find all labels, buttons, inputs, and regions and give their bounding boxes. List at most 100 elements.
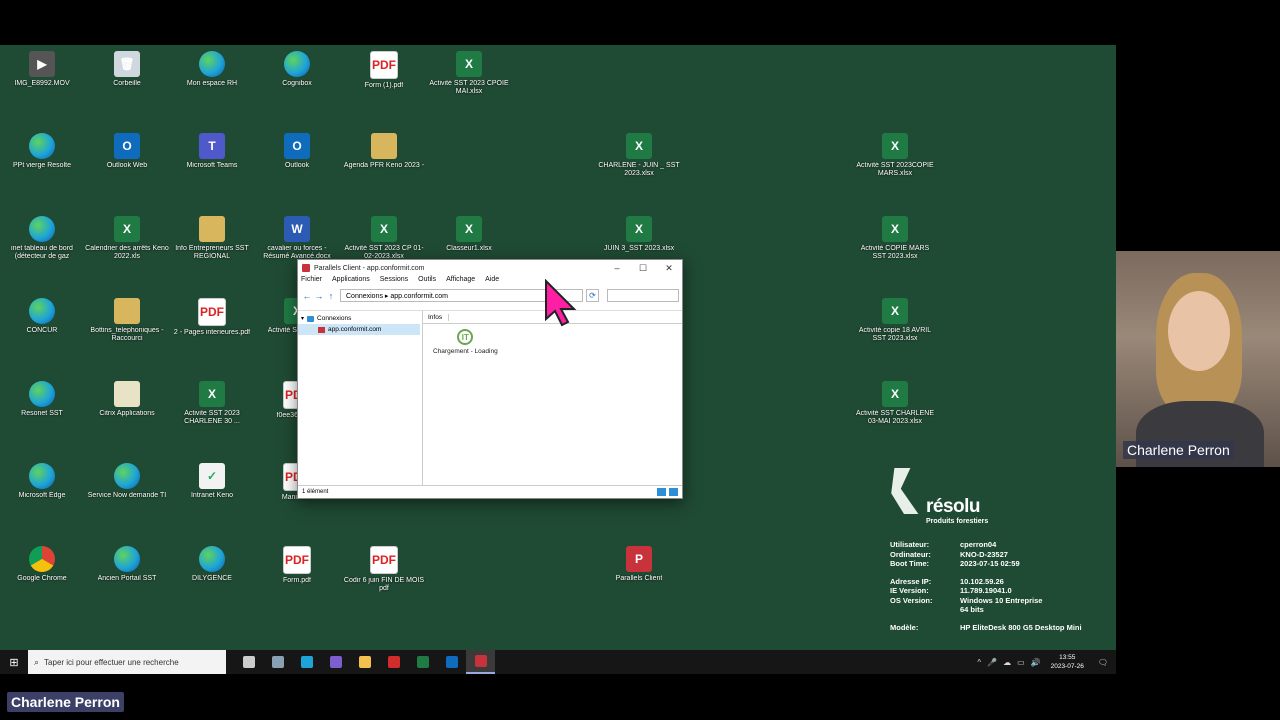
desktop-icon[interactable]: Service Now demande TI (85, 463, 169, 500)
volume-icon[interactable]: 🔊 (1031, 658, 1041, 667)
onedrive-icon[interactable]: ☁ (1003, 658, 1011, 667)
taskbar-excel-button[interactable] (408, 650, 437, 674)
tray-chevron-icon[interactable]: ^ (977, 658, 981, 667)
desktop-icon[interactable]: Ancien Portail SST (85, 546, 169, 583)
desktop-icon[interactable]: Agenda PFR Keno 2023 - (342, 133, 426, 170)
desktop-icon[interactable]: PPt vierge Resolte (0, 133, 84, 170)
status-text: 1 élément (302, 489, 329, 495)
minimize-button[interactable]: – (604, 263, 630, 273)
notification-icon[interactable]: 🗨 (1098, 658, 1108, 667)
menu-outils[interactable]: Outils (418, 276, 436, 288)
maximize-button[interactable]: ☐ (630, 263, 656, 274)
forward-arrow-icon[interactable]: → (313, 291, 325, 301)
par-icon: P (626, 546, 652, 572)
up-arrow-icon[interactable]: ↑ (325, 291, 337, 301)
desktop-icon[interactable]: X Activité copie 18 AVRIL SST 2023.xlsx (853, 298, 937, 343)
desktop-icon[interactable]: X Activité SST 2023 CPOIE MAI.xlsx (427, 51, 511, 96)
desktop-icon[interactable]: T Microsoft Teams (170, 133, 254, 170)
desktop-icon[interactable]: CONCUR (0, 298, 84, 335)
desktop-icon[interactable]: Wcavalier ou forces - Résumé Avancé.docx (255, 216, 339, 261)
desktop-icon[interactable]: inet tableau de bord (détecteur de gaz (0, 216, 84, 261)
loading-item[interactable]: IT Chargement - Loading (433, 329, 498, 355)
desktop-icon-label: Bottins_telephoniques - Raccourci (90, 327, 164, 342)
desktop-icon[interactable]: PDF Codir 6 juin FIN DE MOIS pdf (342, 546, 426, 593)
list-view-icon[interactable] (657, 488, 666, 496)
tab-infos[interactable]: Infos (428, 313, 450, 321)
desktop-icon[interactable]: Info Entrepreneurs SST REGIONAL (170, 216, 254, 261)
desktop-icon-label: Mon espace RH (186, 80, 238, 87)
desktop-icon-label: Resonet SST (21, 410, 63, 417)
desktop-icon[interactable]: 🗑 Corbeille (85, 51, 169, 88)
desktop-icon-label: 2 - Pages interieures.pdf (173, 329, 251, 336)
desktop-icon[interactable]: O Outlook Web (85, 133, 169, 170)
desktop-icon[interactable]: Mon espace RH (170, 51, 254, 88)
taskbar-teams-button[interactable] (321, 650, 350, 674)
menu-applications[interactable]: Applications (332, 276, 370, 288)
desktop-icon[interactable]: X Activite SST 2023 CHARLENE 30 ... (170, 381, 254, 426)
taskbar-file-explorer-button[interactable] (350, 650, 379, 674)
menu-fichier[interactable]: Fichier (301, 276, 322, 288)
acrobat-icon (387, 656, 400, 668)
desktop-icon[interactable]: Resonet SST (0, 381, 84, 418)
address-bar: ← → ↑ Connexions ▸ app.conformit.com ⟳ (298, 288, 682, 303)
desktop-icon[interactable]: PDF Form (1).pdf (342, 51, 426, 90)
desktop-icon[interactable]: X Calendrier des arrêts Keno 2022.xls (85, 216, 169, 261)
edge-icon (199, 51, 225, 77)
desktop-icon[interactable]: P Parallels Client (597, 546, 681, 583)
desktop-icon[interactable]: DILYGENCE (170, 546, 254, 583)
taskbar-acrobat-button[interactable] (379, 650, 408, 674)
desktop-icon[interactable]: ✓ Intranet Keno (170, 463, 254, 500)
desktop-icon[interactable]: X Activité COPIE MARS SST 2023.xlsx (853, 216, 937, 261)
back-arrow-icon[interactable]: ← (301, 291, 313, 301)
desktop-icon-label: Microsoft Teams (186, 162, 238, 169)
desktop-icon[interactable]: X Activité SST 2023 CP 01-02-2023.xlsx (342, 216, 426, 261)
menu-affichage[interactable]: Affichage (446, 276, 475, 288)
tree-node-connexions[interactable]: ▾ Connexions (298, 313, 422, 324)
microphone-icon[interactable]: 🎤 (987, 658, 997, 667)
desktop-icon[interactable]: PDF 2 - Pages interieures.pdf (170, 298, 254, 337)
search-input[interactable] (607, 289, 679, 302)
desktop-icon[interactable]: Cognibox (255, 51, 339, 88)
desktop-icon[interactable]: O Outlook (255, 133, 339, 170)
desktop-icon[interactable]: X Activité SST 2023COPIE MARS.xlsx (853, 133, 937, 178)
desktop-icon[interactable]: X Activité SST CHARLENE 03-MAI 2023.xlsx (853, 381, 937, 426)
taskbar-search-box[interactable]: ⌕ Taper ici pour effectuer une recherche (28, 650, 226, 674)
content-pane: Infos IT Chargement - Loading (423, 311, 682, 486)
sysinfo-value: HP EliteDesk 800 G5 Desktop Mini (960, 622, 1082, 632)
window-titlebar[interactable]: Parallels Client - app.conformit.com – ☐… (298, 260, 682, 276)
pdf-icon: PDF (198, 298, 226, 326)
sysinfo-key: Ordinateur: (890, 549, 931, 559)
taskbar-app-1-button[interactable] (263, 650, 292, 674)
desktop-icon[interactable]: PDF Form.pdf (255, 546, 339, 585)
taskbar: ⊞ ⌕ Taper ici pour effectuer une recherc… (0, 650, 1116, 674)
desktop-icon[interactable]: Citrix Applications (85, 381, 169, 418)
desktop-icon[interactable]: Google Chrome (0, 546, 84, 583)
desktop-icon[interactable]: X Classeur1.xlsx (427, 216, 511, 253)
windows-start-icon[interactable]: ⊞ (0, 656, 28, 669)
taskbar-edge-button[interactable] (292, 650, 321, 674)
desktop-icon[interactable]: Microsoft Edge (0, 463, 84, 500)
menu-aide[interactable]: Aide (485, 276, 499, 288)
taskbar-task-view-button[interactable] (234, 650, 263, 674)
clock[interactable]: 13:55 2023-07-26 (1051, 653, 1084, 671)
taskbar-parallels-button[interactable] (466, 650, 495, 674)
taskbar-outlook-button[interactable] (437, 650, 466, 674)
desktop-icon[interactable]: X CHARLENE - JUIN _ SST 2023.xlsx (597, 133, 681, 178)
network-icon[interactable]: ▭ (1017, 658, 1025, 667)
menu-sessions[interactable]: Sessions (380, 276, 408, 288)
sysinfo-value: 2023-07-15 02:59 (960, 559, 1020, 568)
desktop-icon[interactable]: X JUIN 3_SST 2023.xlsx (597, 216, 681, 253)
sysinfo-key: Utilisateur: (890, 540, 930, 549)
desktop-icon-label: Outlook (284, 162, 310, 169)
tree-node-app-conformit[interactable]: app.conformit.com (298, 324, 420, 335)
desktop-icon-label: CONCUR (26, 327, 58, 334)
refresh-icon[interactable]: ⟳ (586, 289, 599, 302)
parallels-client-window[interactable]: Parallels Client - app.conformit.com – ☐… (297, 259, 683, 499)
close-button[interactable]: ✕ (656, 263, 682, 274)
edge-icon (29, 381, 55, 407)
desktop-icon[interactable]: Bottins_telephoniques - Raccourci (85, 298, 169, 343)
grid-view-icon[interactable] (669, 488, 678, 496)
desktop-icon[interactable]: ▶ IMG_E8992.MOV (0, 51, 84, 88)
expand-chevron-icon[interactable]: ▾ (301, 315, 304, 322)
excel-icon: X (882, 298, 908, 324)
